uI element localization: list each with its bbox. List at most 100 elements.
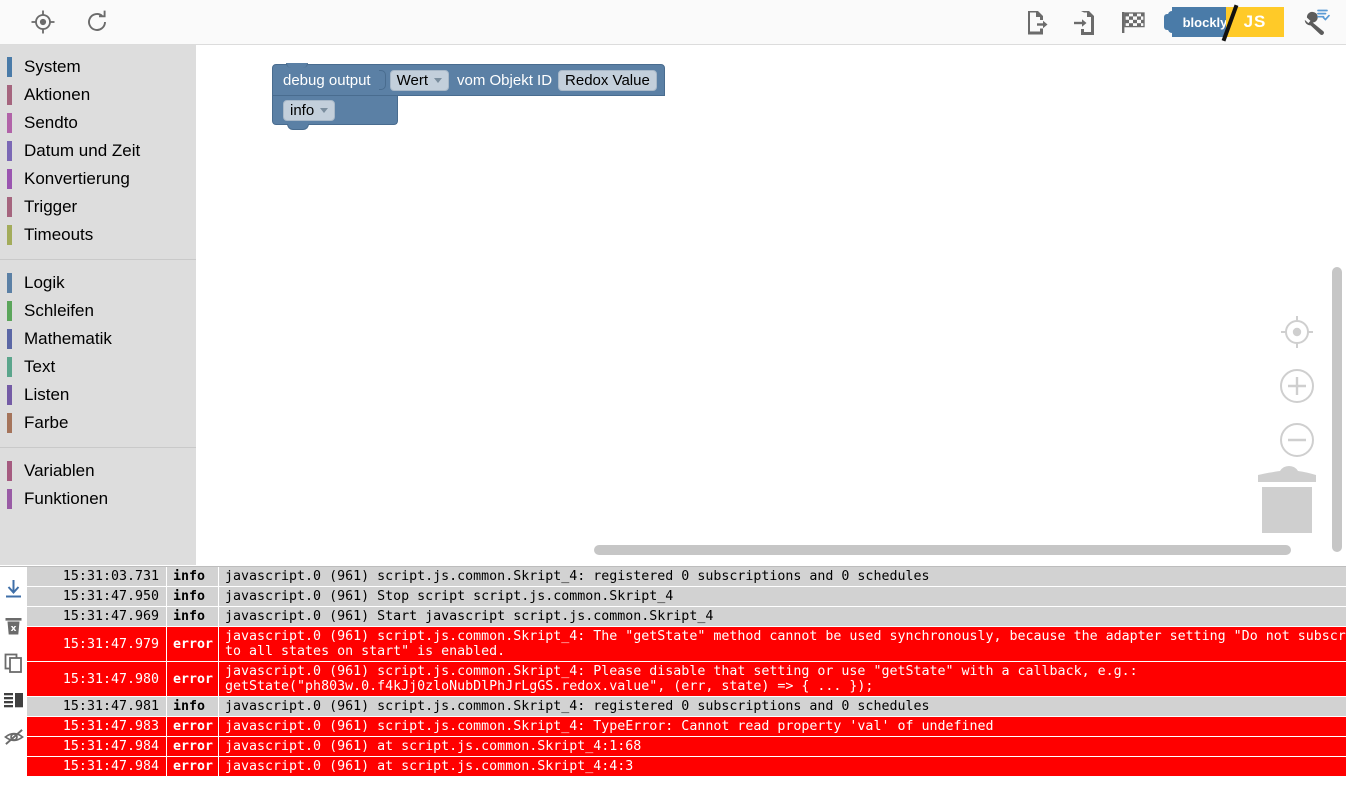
sidebar-item-label: System — [24, 57, 81, 76]
log-message-line: javascript.0 (961) Stop script script.js… — [225, 589, 674, 604]
log-toolbar: x — [0, 567, 27, 790]
toolbox-group-core: System Aktionen Sendto Datum und Zeit Ko… — [0, 53, 196, 249]
log-row[interactable]: 15:31:47.950 info javascript.0 (961) Sto… — [27, 587, 1346, 607]
sidebar-item-variablen[interactable]: Variablen — [0, 457, 196, 485]
log-message-line: javascript.0 (961) script.js.common.Skri… — [225, 629, 1346, 644]
debug-output-block[interactable]: debug output Wert vom Objekt ID Redox Va… — [272, 63, 665, 130]
hide-log-icon[interactable] — [3, 727, 24, 747]
toolbar-left-group — [0, 5, 114, 39]
settings-wrench-icon[interactable] — [1298, 5, 1332, 39]
sidebar-item-schleifen[interactable]: Schleifen — [0, 297, 196, 325]
export-blocks-icon[interactable] — [1020, 5, 1054, 39]
workspace-horizontal-scrollbar[interactable] — [594, 545, 1291, 555]
sidebar-item-datum-und-zeit[interactable]: Datum und Zeit — [0, 137, 196, 165]
toolbox-sidebar[interactable]: System Aktionen Sendto Datum und Zeit Ko… — [0, 45, 196, 565]
log-row[interactable]: 15:31:47.981 info javascript.0 (961) scr… — [27, 697, 1346, 717]
sidebar-item-aktionen[interactable]: Aktionen — [0, 81, 196, 109]
log-level-dropdown-label: info — [290, 101, 315, 119]
checkered-flag-icon[interactable] — [1116, 5, 1150, 39]
sidebar-item-label: Farbe — [24, 413, 69, 432]
toggle-layout-icon[interactable] — [4, 690, 24, 710]
sidebar-item-trigger[interactable]: Trigger — [0, 193, 196, 221]
log-row[interactable]: 15:31:47.984 error javascript.0 (961) at… — [27, 757, 1346, 777]
category-color-swatch — [7, 357, 12, 377]
category-color-swatch — [7, 461, 12, 481]
sidebar-item-sendto[interactable]: Sendto — [0, 109, 196, 137]
toolbox-separator — [0, 259, 196, 260]
log-row[interactable]: 15:31:47.979 error javascript.0 (961) sc… — [27, 627, 1346, 662]
sidebar-item-timeouts[interactable]: Timeouts — [0, 221, 196, 249]
sidebar-item-label: Konvertierung — [24, 169, 130, 188]
sidebar-item-label: Funktionen — [24, 489, 109, 508]
log-message: javascript.0 (961) script.js.common.Skri… — [219, 697, 1346, 716]
toolbox-group-user: Variablen Funktionen — [0, 457, 196, 513]
object-id-field[interactable]: Redox Value — [558, 69, 657, 91]
object-id-field-label: Redox Value — [565, 71, 650, 89]
log-message-line: javascript.0 (961) script.js.common.Skri… — [225, 569, 930, 584]
sidebar-item-logik[interactable]: Logik — [0, 269, 196, 297]
log-timestamp: 15:31:47.983 — [27, 717, 167, 736]
sidebar-item-label: Sendto — [24, 113, 78, 132]
import-blocks-icon[interactable] — [1068, 5, 1102, 39]
block-header-row[interactable]: debug output Wert vom Objekt ID Redox Va… — [272, 63, 665, 96]
sidebar-item-listen[interactable]: Listen — [0, 381, 196, 409]
sidebar-item-label: Listen — [24, 385, 70, 404]
trashcan-icon[interactable] — [1256, 463, 1318, 540]
workspace-vertical-scrollbar[interactable] — [1332, 267, 1342, 552]
log-severity: info — [167, 697, 219, 716]
sidebar-item-mathematik[interactable]: Mathematik — [0, 325, 196, 353]
category-color-swatch — [7, 113, 12, 133]
log-timestamp: 15:31:47.969 — [27, 607, 167, 626]
log-severity: error — [167, 662, 219, 696]
category-color-swatch — [7, 85, 12, 105]
log-message: javascript.0 (961) at script.js.common.S… — [219, 757, 1346, 776]
sidebar-item-konvertierung[interactable]: Konvertierung — [0, 165, 196, 193]
block-title-label: debug output — [283, 71, 371, 89]
blockly-js-toggle[interactable]: blockly JS — [1164, 4, 1284, 42]
log-level-dropdown[interactable]: info — [283, 99, 336, 121]
log-row[interactable]: 15:31:47.984 error javascript.0 (961) at… — [27, 737, 1346, 757]
sidebar-item-label: Text — [24, 357, 56, 376]
log-rows-container[interactable]: 15:31:03.731 info javascript.0 (961) scr… — [27, 567, 1346, 790]
sidebar-item-farbe[interactable]: Farbe — [0, 409, 196, 437]
sidebar-item-system[interactable]: System — [0, 53, 196, 81]
toolbox-separator — [0, 447, 196, 448]
log-severity: error — [167, 737, 219, 756]
value-type-dropdown[interactable]: Wert — [389, 69, 449, 91]
block-second-row[interactable]: info — [272, 96, 398, 130]
log-message-line: getState("ph803w.0.f4kJj0zloNubDlPhJrLgG… — [225, 679, 874, 694]
download-log-icon[interactable] — [4, 579, 24, 599]
log-timestamp: 15:31:47.984 — [27, 757, 167, 776]
sidebar-item-label: Schleifen — [24, 301, 94, 320]
log-row[interactable]: 15:31:47.980 error javascript.0 (961) sc… — [27, 662, 1346, 697]
category-color-swatch — [7, 57, 12, 77]
log-message-line: javascript.0 (961) script.js.common.Skri… — [225, 699, 930, 714]
block-level-row: info — [273, 96, 397, 124]
clear-log-icon[interactable]: x — [4, 616, 24, 636]
log-row[interactable]: 15:31:47.983 error javascript.0 (961) sc… — [27, 717, 1346, 737]
sidebar-item-funktionen[interactable]: Funktionen — [0, 485, 196, 513]
sidebar-item-label: Trigger — [24, 197, 78, 216]
sidebar-item-text[interactable]: Text — [0, 353, 196, 381]
sidebar-item-label: Logik — [24, 273, 65, 292]
log-row[interactable]: 15:31:03.731 info javascript.0 (961) scr… — [27, 567, 1346, 587]
blockly-workspace-canvas[interactable]: debug output Wert vom Objekt ID Redox Va… — [196, 45, 1346, 565]
log-message: javascript.0 (961) script.js.common.Skri… — [219, 567, 1346, 586]
log-timestamp: 15:31:47.980 — [27, 662, 167, 696]
zoom-in-icon[interactable] — [1278, 367, 1316, 410]
log-severity: error — [167, 627, 219, 661]
log-message: javascript.0 (961) script.js.common.Skri… — [219, 627, 1346, 661]
log-message-line: javascript.0 (961) script.js.common.Skri… — [225, 719, 994, 734]
log-severity: info — [167, 567, 219, 586]
zoom-out-icon[interactable] — [1278, 421, 1316, 464]
center-workspace-icon[interactable] — [1278, 313, 1316, 356]
top-toolbar: blockly JS — [0, 0, 1346, 45]
log-panel: x 15:31:03.731 info javascript.0 (961) s… — [0, 566, 1346, 790]
log-row[interactable]: 15:31:47.969 info javascript.0 (961) Sta… — [27, 607, 1346, 627]
chevron-down-icon — [320, 107, 329, 113]
reload-icon[interactable] — [80, 5, 114, 39]
center-view-icon[interactable] — [26, 5, 60, 39]
log-severity: info — [167, 607, 219, 626]
toolbox-group-standard: Logik Schleifen Mathematik Text Listen F… — [0, 269, 196, 437]
copy-log-icon[interactable] — [4, 653, 24, 673]
